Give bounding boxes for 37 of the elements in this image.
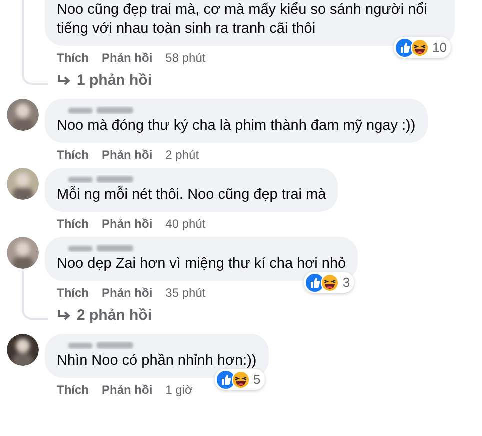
avatar[interactable] [7, 168, 39, 200]
avatar[interactable] [7, 334, 39, 366]
reply-arrow-icon [57, 75, 71, 87]
action-link[interactable]: Phản hồi [102, 148, 153, 168]
laugh-icon [232, 370, 250, 388]
comment-time[interactable]: 35 phút [166, 286, 206, 306]
reaction-count[interactable]: 5 [214, 369, 265, 390]
action-link[interactable]: Thích [57, 217, 89, 237]
action-link[interactable]: Phản hồi [102, 51, 153, 71]
action-link[interactable]: Phản hồi [102, 217, 153, 237]
like-icon [216, 370, 235, 388]
comment-text: Noo cũng đẹp trai mà, cơ mà mấy kiểu so sánh người nổi tiếng với nhau toàn sinh ra tranh cãi thôi [57, 2, 428, 37]
comment-time[interactable]: 1 giờ [166, 383, 193, 403]
comment-text: Nhìn Noo có phần nhỉnh hơn:)) [57, 353, 257, 369]
comment-text: Noo mà đóng thư ký cha là phim thành đam mỹ ngay :)) [57, 118, 416, 134]
action-link[interactable]: Thích [57, 148, 89, 168]
laugh-icon [320, 274, 339, 292]
reply-arrow-icon [57, 310, 71, 322]
avatar[interactable] [7, 99, 39, 131]
avatar[interactable] [7, 237, 39, 269]
replies-link[interactable]: 1 phản hồi [45, 72, 152, 99]
like-icon [306, 274, 324, 292]
laugh-icon [410, 38, 429, 56]
comment-text: Mỗi ng mỗi nét thôi. Noo cũng đẹp trai mà [57, 187, 326, 203]
action-link[interactable]: Phản hồi [102, 286, 153, 306]
reaction-count[interactable]: 10 [394, 37, 451, 58]
replies-link[interactable]: 2 phản hồi [45, 307, 152, 334]
comment-time[interactable]: 58 phút [166, 51, 206, 71]
reaction-count[interactable]: 3 [304, 272, 354, 293]
action-link[interactable]: Thích [57, 383, 89, 403]
action-link[interactable]: Thích [57, 51, 89, 71]
action-link[interactable]: Phản hồi [102, 383, 153, 403]
like-icon [396, 38, 414, 56]
comment-time[interactable]: 40 phút [166, 217, 206, 237]
comment-text: Noo dẹp Zai hơn vì miệng thư kí cha hơi nhỏ [57, 256, 346, 272]
comment-time[interactable]: 2 phút [166, 148, 200, 168]
action-link[interactable]: Thích [57, 286, 89, 306]
